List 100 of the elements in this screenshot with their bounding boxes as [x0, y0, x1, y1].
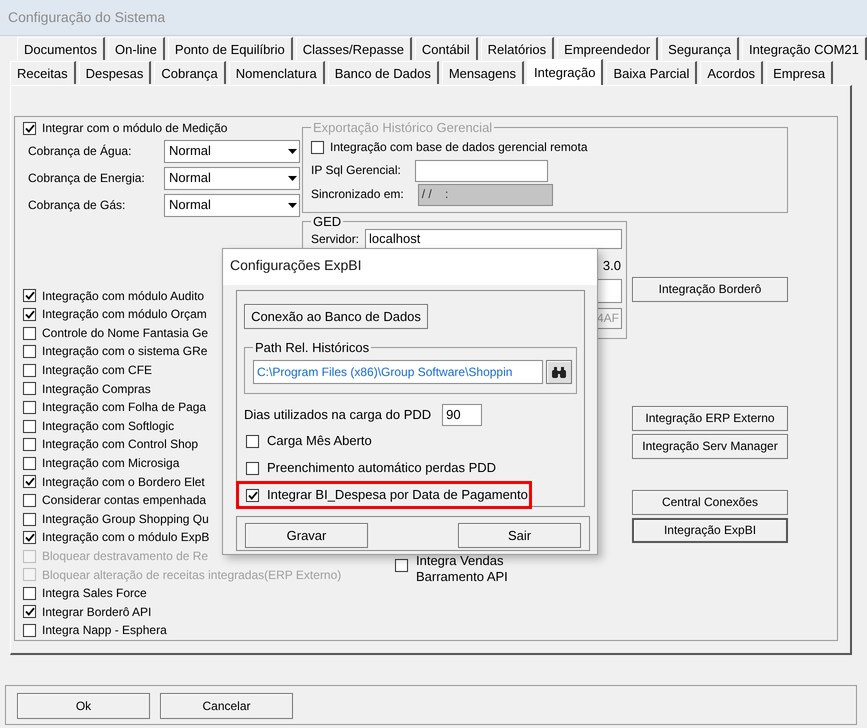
- tab[interactable]: Receitas: [10, 61, 76, 84]
- path-field[interactable]: C:\Program Files (x86)\Group Software\Shoppin: [253, 360, 544, 384]
- checkbox-label: Bloquear alteração de receitas integradas(ERP Externo): [42, 568, 342, 582]
- version-text: 3.0: [602, 258, 621, 274]
- checkbox-label: Bloquear destravamento de Re: [42, 549, 208, 564]
- checkbox[interactable]: [246, 488, 259, 502]
- checkbox-label: Integração com módulo Audito: [42, 288, 204, 304]
- text-field[interactable]: localhost: [365, 229, 622, 249]
- cancel-button[interactable]: Cancelar: [160, 693, 293, 719]
- tab[interactable]: Classes/Repasse: [296, 37, 412, 60]
- dropdown[interactable]: Normal: [164, 140, 300, 163]
- checkbox[interactable]: [23, 475, 36, 488]
- checkbox-label: Integração Compras: [42, 382, 151, 396]
- checkbox[interactable]: [23, 624, 36, 638]
- checkbox[interactable]: [23, 494, 36, 507]
- checkbox[interactable]: [23, 400, 36, 414]
- field-label: Dias utilizados na carga do PDD: [244, 407, 432, 423]
- checkbox[interactable]: [23, 438, 36, 452]
- checkbox-label: Controle do Nome Fantasia Ge: [42, 326, 208, 340]
- checkbox[interactable]: [23, 326, 36, 340]
- number-field[interactable]: 90: [442, 404, 482, 426]
- checkbox-label: Integração com Control Shop: [42, 437, 198, 452]
- window-title: Configuração do Sistema: [0, 0, 867, 36]
- checkbox[interactable]: [23, 382, 36, 396]
- button[interactable]: Gravar: [245, 523, 368, 548]
- checkbox-label: Integração com módulo Orçam: [42, 307, 207, 322]
- tab[interactable]: Integração: [527, 59, 604, 85]
- text-field[interactable]: [596, 278, 622, 303]
- checkbox[interactable]: [23, 308, 36, 321]
- caret-icon: [288, 148, 297, 154]
- checkbox[interactable]: [246, 434, 259, 448]
- checkbox-label: Integração com Folha de Paga: [42, 400, 206, 415]
- checkbox[interactable]: [23, 289, 36, 302]
- checkbox-label: Integrar BI_Despesa por Data de Pagamento: [267, 487, 528, 503]
- field-label: IP Sql Gerencial:: [311, 163, 401, 178]
- checkbox[interactable]: [23, 420, 36, 433]
- text-field[interactable]: [414, 160, 548, 182]
- checkbox[interactable]: [23, 345, 36, 358]
- field-label: Cobrança de Gás:: [28, 198, 126, 212]
- button[interactable]: Conexão ao Banco de Dados: [244, 304, 428, 329]
- checkbox[interactable]: [23, 122, 36, 135]
- checkbox-label: Barramento API: [416, 568, 508, 584]
- dropdown[interactable]: Normal: [164, 166, 300, 190]
- checkbox-label: Preenchimento automático perdas PDD: [267, 460, 496, 476]
- tab[interactable]: On-line: [108, 37, 165, 60]
- checkbox[interactable]: [395, 559, 408, 572]
- tab[interactable]: Mensagens: [442, 61, 524, 84]
- field-label: Cobrança de Energia:: [28, 170, 146, 186]
- tab[interactable]: Baixa Parcial: [606, 61, 698, 84]
- tab[interactable]: Banco de Dados: [328, 61, 439, 84]
- binoculars-button[interactable]: [546, 360, 572, 384]
- checkbox-label: Integração com o módulo ExpB: [42, 530, 210, 545]
- button[interactable]: Integração ERP Externo: [632, 406, 788, 431]
- tab[interactable]: Empresa: [766, 61, 834, 84]
- checkbox-label: Integrar com o módulo de Medição: [42, 121, 228, 136]
- checkbox[interactable]: [23, 364, 36, 377]
- tab[interactable]: Acordos: [700, 61, 764, 84]
- button[interactable]: Integração Serv Manager: [632, 434, 788, 459]
- field-label: Servidor:: [311, 232, 360, 246]
- checkbox-label: Considerar contas empenhada: [42, 493, 206, 508]
- checkbox-label: Integra Napp - Esphera: [42, 623, 167, 638]
- tab[interactable]: Integração COM21: [742, 37, 867, 60]
- binoculars-icon: [551, 366, 568, 378]
- checkbox[interactable]: [23, 586, 36, 600]
- tab[interactable]: Cobrança: [154, 61, 226, 84]
- checkbox-label: Integrar Borderô API: [42, 604, 152, 620]
- button[interactable]: Central Conexões: [632, 490, 788, 515]
- tab[interactable]: Despesas: [78, 61, 152, 84]
- checkbox[interactable]: [23, 456, 36, 470]
- checkbox[interactable]: [23, 512, 36, 526]
- field-label: Cobrança de Água:: [28, 144, 132, 158]
- dropdown[interactable]: Normal: [164, 194, 300, 217]
- caret-icon: [288, 176, 297, 181]
- checkbox-label: Integração com Softlogic: [42, 418, 174, 434]
- button[interactable]: Integração Borderô: [632, 277, 788, 302]
- button[interactable]: Integração ExpBI: [632, 518, 788, 543]
- tab[interactable]: Nomenclatura: [228, 61, 325, 84]
- tab[interactable]: Ponto de Equilíbrio: [168, 37, 293, 60]
- checkbox[interactable]: [23, 605, 36, 618]
- ok-button[interactable]: Ok: [17, 693, 150, 719]
- checkbox-label: Integra Vendas: [416, 553, 504, 569]
- tab[interactable]: Empreendedor: [557, 37, 658, 60]
- dialog-title: Configurações ExpBI: [223, 249, 597, 285]
- checkbox[interactable]: [246, 462, 259, 474]
- button[interactable]: Sair: [458, 523, 581, 548]
- tab[interactable]: Documentos: [17, 37, 105, 60]
- field-label: Sincronizado em:: [311, 187, 404, 202]
- checkbox[interactable]: [23, 531, 36, 544]
- checkbox-label: Integração Group Shopping Qu: [42, 512, 209, 526]
- checkbox-label: Carga Mês Aberto: [267, 433, 372, 449]
- checkbox-label: Integra Sales Force: [42, 586, 147, 601]
- checkbox-label: Integração com Microsiga: [42, 456, 180, 470]
- checkbox-label: Integração com base de dados gerencial remota: [330, 140, 588, 154]
- group-title: Exportação Histórico Gerencial: [311, 120, 494, 136]
- tab[interactable]: Relatórios: [480, 37, 554, 60]
- caret-icon: [288, 202, 297, 208]
- checkbox-label: Integração com o Bordero Elet: [42, 474, 205, 490]
- tab[interactable]: Contábil: [414, 37, 478, 60]
- tab[interactable]: Segurança: [661, 37, 740, 60]
- checkbox-label: Integração com CFE: [42, 363, 152, 378]
